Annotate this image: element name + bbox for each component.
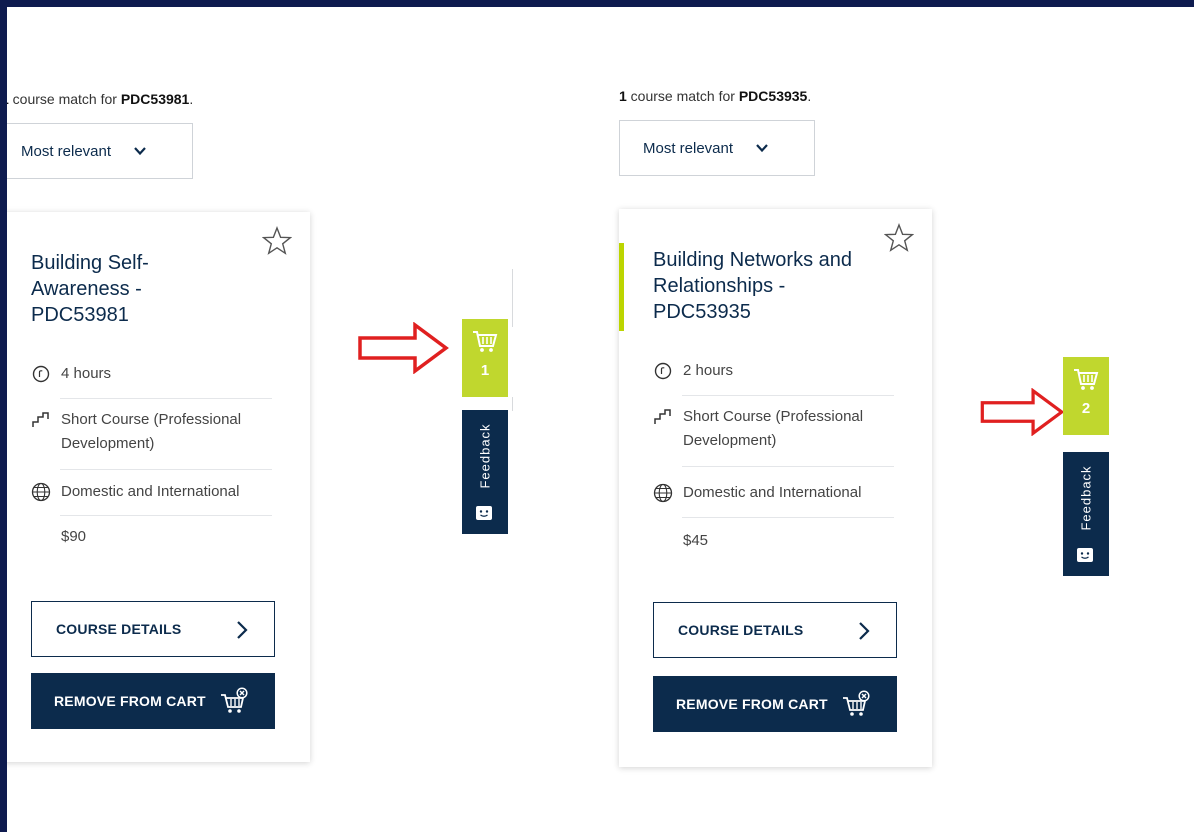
cart-count: 2 xyxy=(1081,400,1091,417)
cart-remove-icon xyxy=(221,687,248,713)
divider xyxy=(682,517,894,518)
red-arrow-annotation xyxy=(358,322,449,374)
red-arrow-annotation xyxy=(980,388,1065,436)
divider xyxy=(60,469,272,470)
feedback-label: Feedback xyxy=(1078,465,1094,531)
chevron-right-icon xyxy=(859,622,870,640)
chevron-right-icon xyxy=(237,621,248,639)
cart-tab[interactable]: 1 xyxy=(462,319,508,397)
smiley-chat-icon xyxy=(1077,548,1093,562)
remove-from-cart-label: REMOVE FROM CART xyxy=(676,696,828,712)
cart-remove-icon xyxy=(843,690,870,716)
smiley-chat-icon xyxy=(476,506,492,520)
screenshot-frame-top xyxy=(0,0,1194,7)
sort-dropdown[interactable]: Most relevant xyxy=(619,120,815,176)
chevron-down-icon xyxy=(756,144,768,153)
match-summary: 1 course match for PDC53981. xyxy=(7,91,194,107)
remove-from-cart-label: REMOVE FROM CART xyxy=(54,693,206,709)
cart-icon xyxy=(473,331,498,352)
price-text: $45 xyxy=(683,532,709,549)
cart-icon xyxy=(1074,369,1099,390)
screenshot-frame-left xyxy=(0,0,7,832)
left-panel: 1 course match for PDC53981. Most releva… xyxy=(7,7,597,832)
feedback-tab[interactable]: Feedback xyxy=(462,410,508,534)
clock-icon xyxy=(654,362,672,380)
course-details-button[interactable]: COURSE DETAILS xyxy=(31,601,275,657)
remove-from-cart-button[interactable]: REMOVE FROM CART xyxy=(31,673,275,729)
steps-icon xyxy=(654,409,671,424)
course-details-label: COURSE DETAILS xyxy=(56,621,182,637)
course-card: Building Self-Awareness - PDC53981 4 hou… xyxy=(7,212,310,762)
price-text: $90 xyxy=(61,528,87,545)
feedback-tab[interactable]: Feedback xyxy=(1063,452,1109,576)
course-type-text: Short Course (Professional Development) xyxy=(61,411,242,452)
right-panel: 1 course match for PDC53935. Most releva… xyxy=(597,7,1194,832)
favourite-star-icon[interactable] xyxy=(262,226,292,256)
divider xyxy=(60,398,272,399)
feedback-label: Feedback xyxy=(477,423,493,489)
steps-icon xyxy=(32,412,49,427)
divider xyxy=(60,515,272,516)
audience-text: Domestic and International xyxy=(61,483,240,500)
divider xyxy=(682,466,894,467)
sort-dropdown-label: Most relevant xyxy=(21,142,112,160)
selected-accent-bar xyxy=(619,243,624,331)
cart-count: 1 xyxy=(480,362,490,379)
course-title[interactable]: Building Self-Awareness - PDC53981 xyxy=(31,250,241,328)
course-details-label: COURSE DETAILS xyxy=(678,622,804,638)
clock-icon xyxy=(32,365,50,383)
audience-text: Domestic and International xyxy=(683,484,862,501)
divider xyxy=(682,395,894,396)
favourite-star-icon[interactable] xyxy=(884,223,914,253)
match-summary: 1 course match for PDC53935. xyxy=(619,88,812,104)
course-card: Building Networks and Relationships - PD… xyxy=(619,209,932,767)
duration-text: 4 hours xyxy=(61,365,112,382)
course-type-text: Short Course (Professional Development) xyxy=(683,408,864,449)
remove-from-cart-button[interactable]: REMOVE FROM CART xyxy=(653,676,897,732)
course-details-button[interactable]: COURSE DETAILS xyxy=(653,602,897,658)
sort-dropdown-label: Most relevant xyxy=(643,139,734,157)
sort-dropdown[interactable]: Most relevant xyxy=(7,123,193,179)
chevron-down-icon xyxy=(134,147,146,156)
cart-tab[interactable]: 2 xyxy=(1063,357,1109,435)
globe-icon xyxy=(653,483,673,503)
globe-icon xyxy=(31,482,51,502)
course-title[interactable]: Building Networks and Relationships - PD… xyxy=(653,247,863,325)
duration-text: 2 hours xyxy=(683,362,734,379)
side-panel-edge xyxy=(512,269,513,327)
side-panel-edge xyxy=(512,397,513,411)
